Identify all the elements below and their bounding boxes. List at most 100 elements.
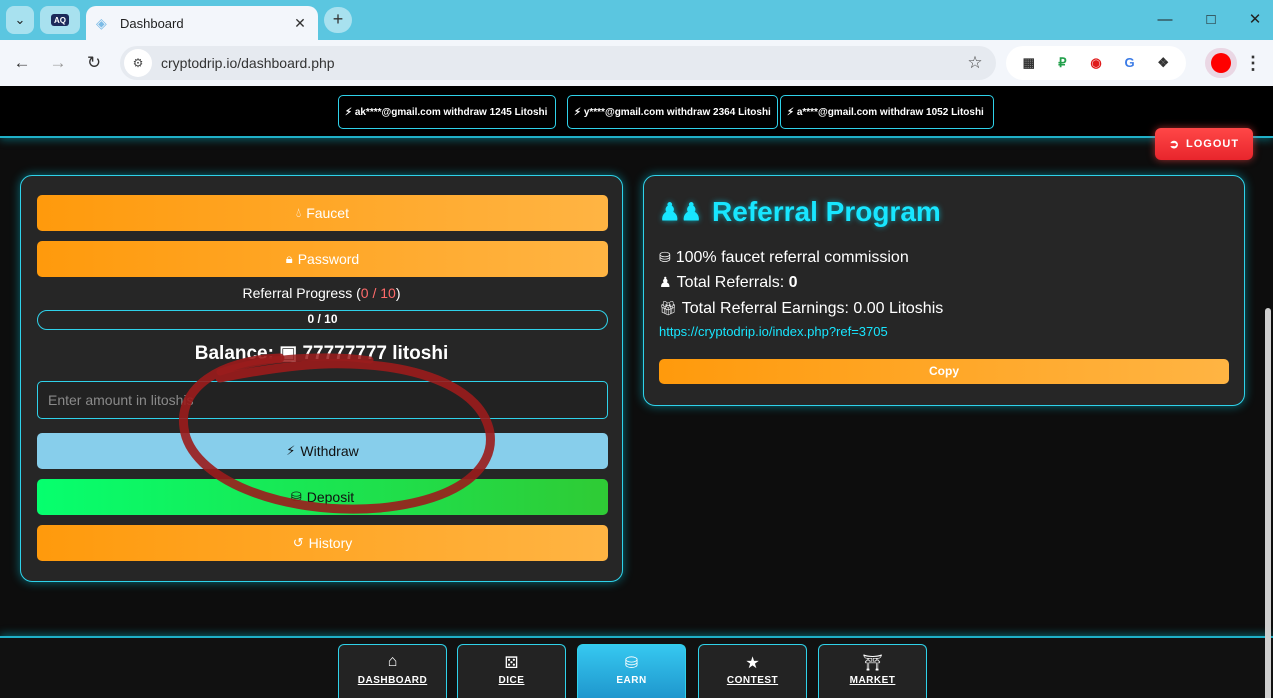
faucet-button[interactable]: 💧︎ Faucet: [37, 195, 608, 231]
referral-progress-label: Referral Progress (0 / 10): [21, 285, 622, 301]
referral-title: ♟♟ Referral Program: [659, 196, 941, 228]
total-earnings: 🎁︎ Total Referral Earnings: 0.00 Litoshis: [659, 300, 943, 318]
tab-search-chevron-down-icon[interactable]: ⌄: [6, 6, 34, 34]
logout-label: LOGOUT: [1186, 138, 1240, 150]
users-icon: ♟: [659, 274, 672, 290]
bolt-icon: ⚡︎: [286, 443, 296, 458]
url-text[interactable]: cryptodrip.io/dashboard.php: [161, 55, 960, 71]
total-referrals: ♟ Total Referrals: 0: [659, 274, 798, 292]
close-icon[interactable]: ✕: [290, 15, 310, 32]
translate-icon[interactable]: G: [1119, 52, 1141, 74]
avatar: [1211, 53, 1231, 73]
tab-title: Dashboard: [120, 15, 184, 31]
ruble-icon[interactable]: ₽: [1051, 52, 1073, 74]
nav-label: DICE: [498, 675, 525, 686]
logout-button[interactable]: ➲ LOGOUT: [1155, 128, 1253, 160]
nav-market[interactable]: ⛩ MARKET: [818, 644, 927, 698]
total-earnings-text: Total Referral Earnings: 0.00 Litoshis: [681, 300, 944, 317]
diamond-icon: ◈: [96, 15, 107, 31]
pinned-tab[interactable]: AQ: [40, 6, 80, 34]
arrow-left-icon[interactable]: ←: [8, 49, 36, 77]
referral-link[interactable]: https://cryptodrip.io/index.php?ref=3705: [659, 324, 888, 339]
nav-dashboard[interactable]: ⌂ DASHBOARD: [338, 644, 447, 698]
total-referrals-label: Total Referrals:: [676, 274, 785, 291]
window-close-icon[interactable]: ✕: [1232, 0, 1273, 40]
home-icon: ⌂: [387, 653, 398, 670]
page-content: ⚡︎ ak****@gmail.com withdraw 1245 Litosh…: [0, 86, 1273, 698]
nav-label: MARKET: [849, 675, 896, 686]
bolt-icon: ⚡︎: [787, 106, 795, 118]
store-icon: ⛩: [862, 655, 883, 672]
users-icon: ♟♟: [659, 198, 703, 226]
deposit-label: Deposit: [306, 489, 355, 505]
progress-prefix: Referral Progress (: [242, 285, 361, 301]
password-button[interactable]: 🔒︎ Password: [37, 241, 608, 277]
balance-value: 77777777 litoshi: [302, 343, 449, 364]
sign-out-icon: ➲: [1168, 137, 1180, 151]
tune-icon[interactable]: ⚙: [124, 49, 152, 77]
referral-progress-bar: 0 / 10: [37, 310, 608, 330]
history-icon: ↺: [292, 535, 304, 550]
nav-label: DASHBOARD: [357, 675, 428, 686]
copy-button[interactable]: Copy: [659, 359, 1229, 384]
balance: Balance: ▣ 77777777 litoshi: [21, 342, 622, 365]
puzzle-icon[interactable]: ❖: [1152, 52, 1174, 74]
reload-icon[interactable]: ↻: [80, 49, 108, 77]
ticker-text: a****@gmail.com withdraw 1052 Litoshi: [796, 106, 984, 118]
total-referrals-value: 0: [788, 274, 798, 291]
profile-avatar[interactable]: [1205, 48, 1237, 78]
kebab-icon[interactable]: ⋮: [1240, 49, 1266, 77]
record-icon[interactable]: ◉: [1085, 52, 1107, 74]
ticker-item: ⚡︎ y****@gmail.com withdraw 2364 Litoshi: [567, 95, 778, 129]
tab-dashboard[interactable]: ◈ Dashboard ✕: [86, 6, 318, 40]
history-label: History: [308, 535, 353, 551]
ticker-item: ⚡︎ ak****@gmail.com withdraw 1245 Litosh…: [338, 95, 556, 129]
commission-text: 100% faucet referral commission: [675, 249, 909, 266]
progress-value: 0 / 10: [360, 285, 396, 301]
referral-commission: ⛁ 100% faucet referral commission: [659, 249, 909, 267]
ticker-text: ak****@gmail.com withdraw 1245 Litoshi: [354, 106, 548, 118]
nav-label: EARN: [616, 675, 647, 686]
wallet-panel: 💧︎ Faucet 🔒︎ Password Referral Progress (0…: [20, 175, 623, 582]
wallet-icon: ▣: [279, 343, 298, 364]
password-label: Password: [297, 251, 360, 267]
bolt-icon: ⚡︎: [574, 106, 582, 118]
nav-label: CONTEST: [726, 675, 779, 686]
progress-text: 0 / 10: [307, 312, 338, 326]
coins-icon: ⛁: [290, 489, 302, 504]
bottom-nav: ⌂ DASHBOARD ⚄ DICE ⛁ EARN ★ CONTEST ⛩ MA…: [0, 636, 1273, 698]
deposit-button[interactable]: ⛁ Deposit: [37, 479, 608, 515]
extensions-group: ▦ ₽ ◉ G ❖: [1006, 46, 1186, 80]
ticker-text: y****@gmail.com withdraw 2364 Litoshi: [583, 106, 771, 118]
coins-icon: ⛁: [659, 249, 671, 265]
history-button[interactable]: ↺ History: [37, 525, 608, 561]
address-bar[interactable]: ⚙ cryptodrip.io/dashboard.php ☆: [120, 46, 996, 80]
lock-icon: 🔒︎: [285, 251, 293, 266]
amount-input[interactable]: [37, 381, 608, 419]
qr-icon[interactable]: ▦: [1018, 52, 1040, 74]
droplet-icon: 💧︎: [295, 205, 302, 220]
browser-toolbar: ← → ↻ ⚙ cryptodrip.io/dashboard.php ☆ ▦ …: [0, 40, 1273, 86]
browser-tabstrip: ⌄ AQ ◈ Dashboard ✕ + — □ ✕: [0, 0, 1273, 40]
minimize-icon[interactable]: —: [1142, 0, 1188, 40]
progress-suffix: ): [395, 285, 401, 301]
coins-icon: ⛁: [624, 655, 639, 672]
withdraw-button[interactable]: ⚡︎ Withdraw: [37, 433, 608, 469]
faucet-label: Faucet: [306, 205, 349, 221]
ticker-item: ⚡︎ a****@gmail.com withdraw 1052 Litoshi: [780, 95, 994, 129]
maximize-icon[interactable]: □: [1188, 0, 1234, 40]
star-icon[interactable]: ☆: [960, 53, 990, 73]
nav-dice[interactable]: ⚄ DICE: [457, 644, 566, 698]
page-scrollbar[interactable]: [1265, 308, 1271, 698]
nav-earn[interactable]: ⛁ EARN: [577, 644, 686, 698]
new-tab-plus-icon[interactable]: +: [324, 7, 352, 33]
nav-contest[interactable]: ★ CONTEST: [698, 644, 807, 698]
pinned-tab-badge: AQ: [51, 14, 69, 26]
referral-title-text: Referral Program: [712, 196, 941, 227]
dice-icon: ⚄: [504, 655, 519, 672]
withdraw-ticker: ⚡︎ ak****@gmail.com withdraw 1245 Litosh…: [0, 86, 1273, 138]
referral-panel: ♟♟ Referral Program ⛁ 100% faucet referral…: [643, 175, 1245, 406]
trophy-icon: ★: [745, 655, 760, 672]
arrow-right-icon[interactable]: →: [44, 49, 72, 77]
withdraw-label: Withdraw: [300, 443, 359, 459]
